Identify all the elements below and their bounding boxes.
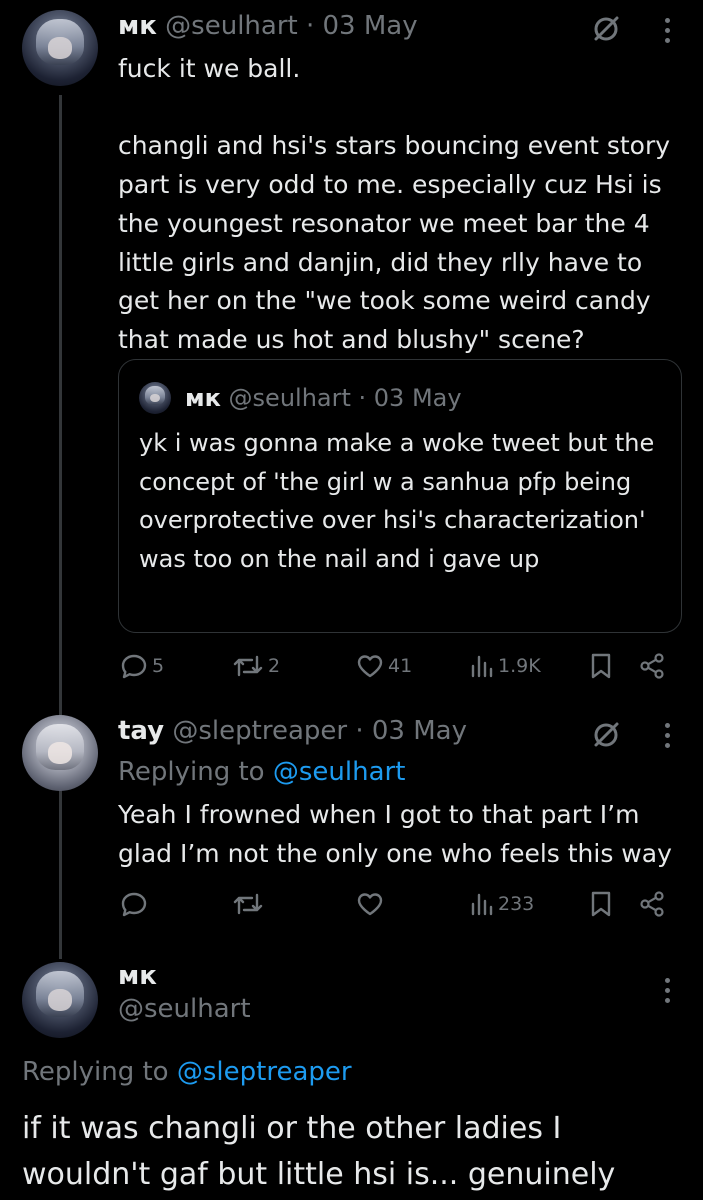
display-name[interactable]: tay (118, 716, 164, 746)
replying-prefix: Replying to (22, 1057, 177, 1087)
tweet-text: Yeah I frowned when I got to that part I… (118, 800, 672, 868)
views-count: 1.9K (498, 655, 541, 677)
quoted-tweet[interactable]: мк @seulhart · 03 May yk i was gonna mak… (118, 359, 682, 633)
reply-count: 5 (152, 655, 165, 677)
views-icon (471, 655, 493, 678)
views-icon (471, 893, 493, 916)
display-name[interactable]: мк (118, 11, 157, 41)
reply-icon (121, 892, 147, 917)
more-icon[interactable] (664, 18, 670, 43)
reply-button[interactable]: 5 (120, 652, 164, 680)
tweet-header: мк @seulhart · 03 May (118, 10, 418, 42)
avatar (139, 382, 171, 414)
bookmark-button[interactable] (586, 650, 616, 682)
reply-icon (121, 654, 147, 679)
repost-icon (233, 893, 263, 915)
separator: · (297, 11, 323, 41)
display-name[interactable]: мк (118, 960, 157, 992)
like-button[interactable] (356, 890, 384, 918)
bookmark-button[interactable] (586, 888, 616, 920)
tweet-header: tay @sleptreaper · 03 May (118, 715, 467, 747)
timestamp[interactable]: 03 May (372, 716, 467, 746)
share-button[interactable] (636, 650, 668, 682)
replying-handle-link[interactable]: @sleptreaper (177, 1057, 352, 1087)
display-name: мк (185, 384, 221, 412)
like-button[interactable]: 41 (356, 652, 412, 680)
share-button[interactable] (636, 888, 668, 920)
handle[interactable]: @seulhart (118, 993, 251, 1025)
timestamp: 03 May (373, 384, 462, 412)
like-icon (357, 893, 383, 916)
tweet-text: fuck it we ball. changli and hsi's stars… (118, 54, 671, 354)
more-icon[interactable] (664, 978, 670, 1003)
repost-button[interactable] (232, 890, 264, 918)
handle[interactable]: @seulhart (165, 11, 298, 41)
bookmark-icon (591, 891, 611, 917)
avatar[interactable] (22, 962, 98, 1038)
replying-prefix: Replying to (118, 757, 273, 787)
avatar[interactable] (22, 10, 98, 86)
repost-count: 2 (268, 655, 281, 677)
replying-to: Replying to @sleptreaper (22, 1056, 352, 1088)
separator: · (347, 716, 372, 746)
more-icon[interactable] (664, 723, 670, 748)
grok-icon[interactable] (588, 716, 624, 752)
separator: · (350, 384, 374, 412)
quoted-header: мк @seulhart · 03 May (185, 382, 462, 414)
views-button[interactable]: 233 (470, 890, 534, 918)
share-icon (640, 653, 664, 679)
avatar[interactable] (22, 715, 98, 791)
replying-to: Replying to @seulhart (118, 756, 405, 788)
views-button[interactable]: 1.9K (470, 652, 541, 680)
repost-button[interactable]: 2 (232, 652, 280, 680)
handle: @seulhart (228, 384, 351, 412)
like-count: 41 (388, 655, 413, 677)
views-count: 233 (498, 893, 535, 915)
repost-icon (233, 655, 263, 677)
thread-line (59, 95, 62, 959)
quoted-text: yk i was gonna make a woke tweet but the… (139, 429, 655, 574)
bookmark-icon (591, 653, 611, 679)
share-icon (640, 891, 664, 917)
grok-icon[interactable] (588, 10, 624, 46)
tweet-text: if it was changli or the other ladies I … (22, 1111, 616, 1192)
timestamp[interactable]: 03 May (323, 11, 418, 41)
like-icon (357, 655, 383, 678)
reply-button[interactable] (120, 890, 148, 918)
replying-handle-link[interactable]: @seulhart (273, 757, 406, 787)
handle[interactable]: @sleptreaper (172, 716, 347, 746)
